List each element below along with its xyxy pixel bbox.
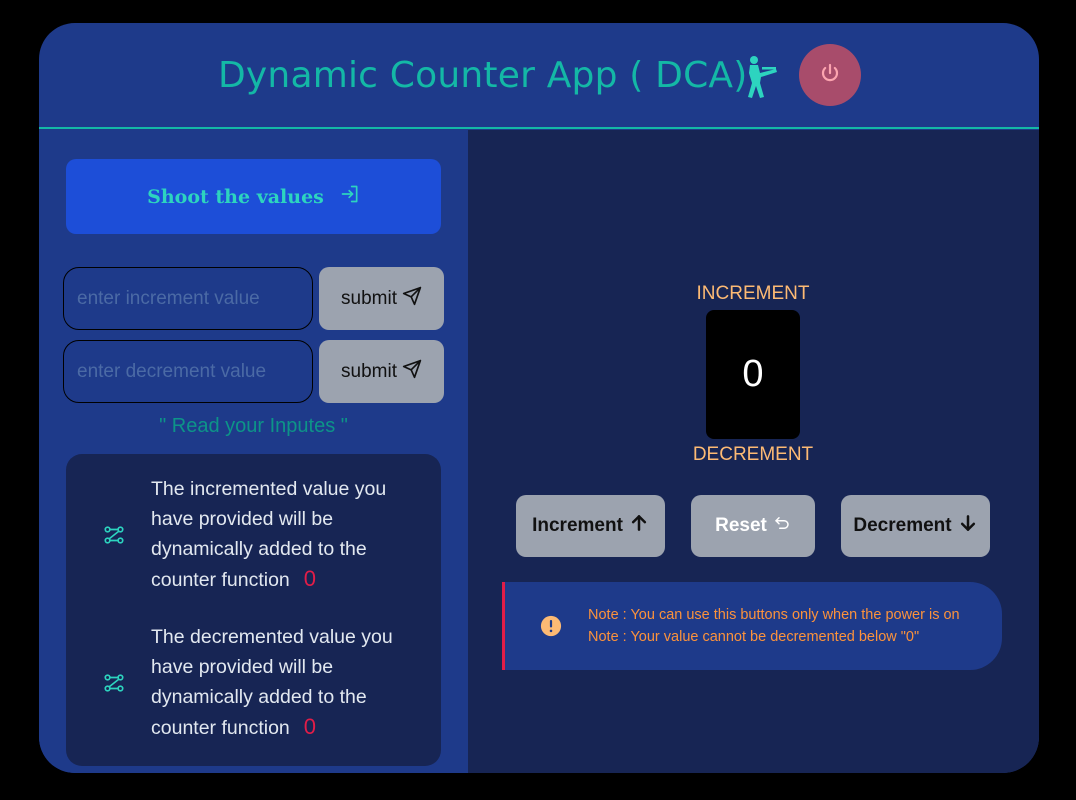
page-title: Dynamic Counter App ( DCA) (218, 55, 748, 96)
info-text-increment: The incremented value you have provided … (151, 474, 411, 595)
increment-value: 0 (303, 566, 317, 591)
decrement-value: 0 (303, 714, 317, 739)
warning-circle-icon (540, 615, 562, 637)
note-box: Note : You can use this buttons only whe… (502, 582, 1002, 670)
submit-decrement-button[interactable]: submit (319, 340, 444, 403)
left-pane: Shoot the values submit submit (39, 130, 468, 773)
note-minimum: Note : Your value cannot be decremented … (588, 629, 920, 645)
login-arrow-icon (340, 184, 360, 209)
reset-button[interactable]: Reset (691, 495, 815, 557)
flow-icon (103, 524, 125, 546)
submit-label: submit (341, 360, 397, 382)
submit-label: submit (341, 287, 397, 309)
counter-display: 0 (706, 310, 800, 439)
soldier-shooting-icon (732, 53, 780, 101)
read-inputs-heading: " Read your Inputes " (159, 415, 348, 437)
info-box: The incremented value you have provided … (66, 454, 441, 766)
arrow-down-icon (958, 513, 978, 539)
header: Dynamic Counter App ( DCA) (39, 23, 1039, 129)
note-power: Note : You can use this buttons only whe… (588, 607, 960, 623)
power-icon (818, 61, 842, 89)
right-pane: INCREMENT 0 DECREMENT Increment Reset De (468, 130, 1039, 773)
app-card: Dynamic Counter App ( DCA) Shoot the val… (39, 23, 1039, 773)
arrow-up-icon (629, 513, 649, 539)
send-icon (402, 359, 422, 385)
increment-button[interactable]: Increment (516, 495, 665, 557)
decrement-button-label: Decrement (853, 515, 952, 536)
increment-input[interactable] (63, 267, 313, 330)
shoot-values-button[interactable]: Shoot the values (66, 159, 441, 234)
shoot-values-label: Shoot the values (147, 185, 324, 208)
info-description: The incremented value you have provided … (151, 478, 387, 591)
info-text-decrement: The decremented value you have provided … (151, 622, 411, 743)
decrement-input[interactable] (63, 340, 313, 403)
undo-icon (773, 514, 791, 538)
submit-increment-button[interactable]: submit (319, 267, 444, 330)
decrement-button[interactable]: Decrement (841, 495, 990, 557)
power-button[interactable] (799, 44, 861, 106)
send-icon (402, 286, 422, 312)
increment-button-label: Increment (532, 515, 623, 536)
increment-label: INCREMENT (696, 283, 810, 304)
info-description: The decremented value you have provided … (151, 626, 393, 739)
flow-icon (103, 672, 125, 694)
decrement-label: DECREMENT (692, 444, 814, 465)
reset-button-label: Reset (715, 515, 767, 536)
